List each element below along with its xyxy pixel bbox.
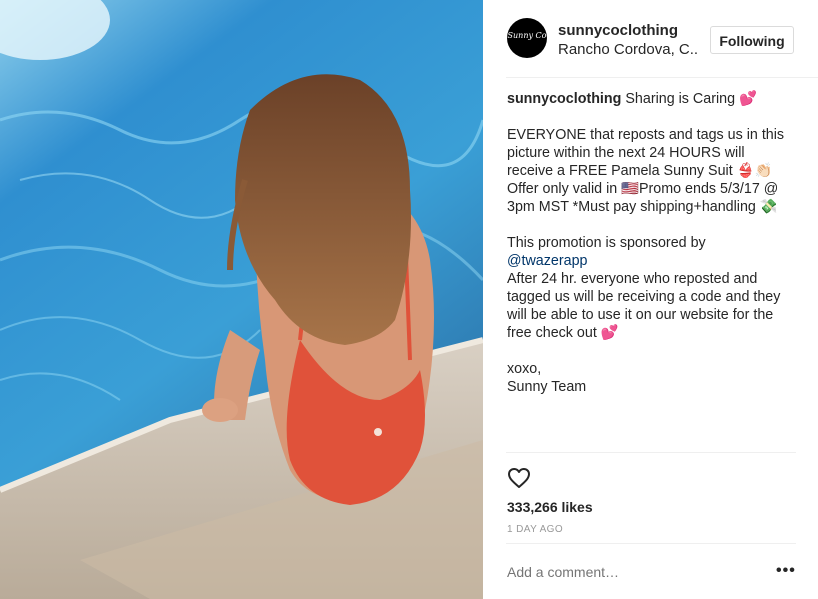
caption-line: 3pm MST *Must pay shipping+handling 💸 — [507, 199, 778, 215]
post-caption: sunnycoclothing Sharing is Caring 💕 EVER… — [507, 90, 803, 396]
caption-line: Offer only valid in 🇺🇸Promo ends 5/3/17 … — [507, 181, 779, 197]
comment-input[interactable] — [507, 564, 747, 580]
pool-photo-illustration — [0, 0, 483, 599]
mention-link[interactable]: @twazerapp — [507, 252, 803, 270]
caption-line: This promotion is sponsored by — [507, 235, 706, 251]
avatar-logo-text: Sunny Co — [507, 31, 547, 40]
post-side-panel: Sunny Co sunnycoclothing Rancho Cordova,… — [484, 0, 818, 599]
caption-line: free check out 💕 — [507, 325, 619, 341]
post-timestamp[interactable]: 1 DAY AGO — [507, 524, 563, 535]
caption-username[interactable]: sunnycoclothing — [507, 91, 621, 107]
following-button[interactable]: Following — [710, 26, 794, 54]
post-photo[interactable] — [0, 0, 483, 599]
heart-icon[interactable] — [507, 466, 531, 490]
likes-count[interactable]: 333,266 likes — [507, 499, 593, 515]
caption-line: will be able to use it on our website fo… — [507, 307, 774, 323]
caption-signature: Sunny Team — [507, 379, 587, 395]
avatar[interactable]: Sunny Co — [507, 18, 547, 58]
caption-line: Sharing is Caring 💕 — [625, 91, 757, 107]
comment-row: ••• — [506, 543, 796, 599]
caption-line: picture within the next 24 HOURS will — [507, 145, 745, 161]
instagram-post: Sunny Co sunnycoclothing Rancho Cordova,… — [0, 0, 818, 599]
header-location[interactable]: Rancho Cordova, C.. — [558, 41, 698, 58]
more-options-icon[interactable]: ••• — [776, 562, 796, 580]
header-username[interactable]: sunnycoclothing — [558, 22, 678, 39]
caption-signoff: xoxo, — [507, 361, 542, 377]
caption-line: receive a FREE Pamela Sunny Suit 👙👏🏻 — [507, 163, 773, 179]
caption-line: After 24 hr. everyone who reposted and — [507, 271, 758, 287]
caption-line: EVERYONE that reposts and tags us in thi… — [507, 127, 785, 143]
caption-line: tagged us will be receiving a code and t… — [507, 289, 781, 305]
actions-divider — [506, 452, 796, 454]
post-header: Sunny Co sunnycoclothing Rancho Cordova,… — [506, 0, 818, 78]
caption-first-line: sunnycoclothing Sharing is Caring 💕 — [507, 90, 803, 108]
